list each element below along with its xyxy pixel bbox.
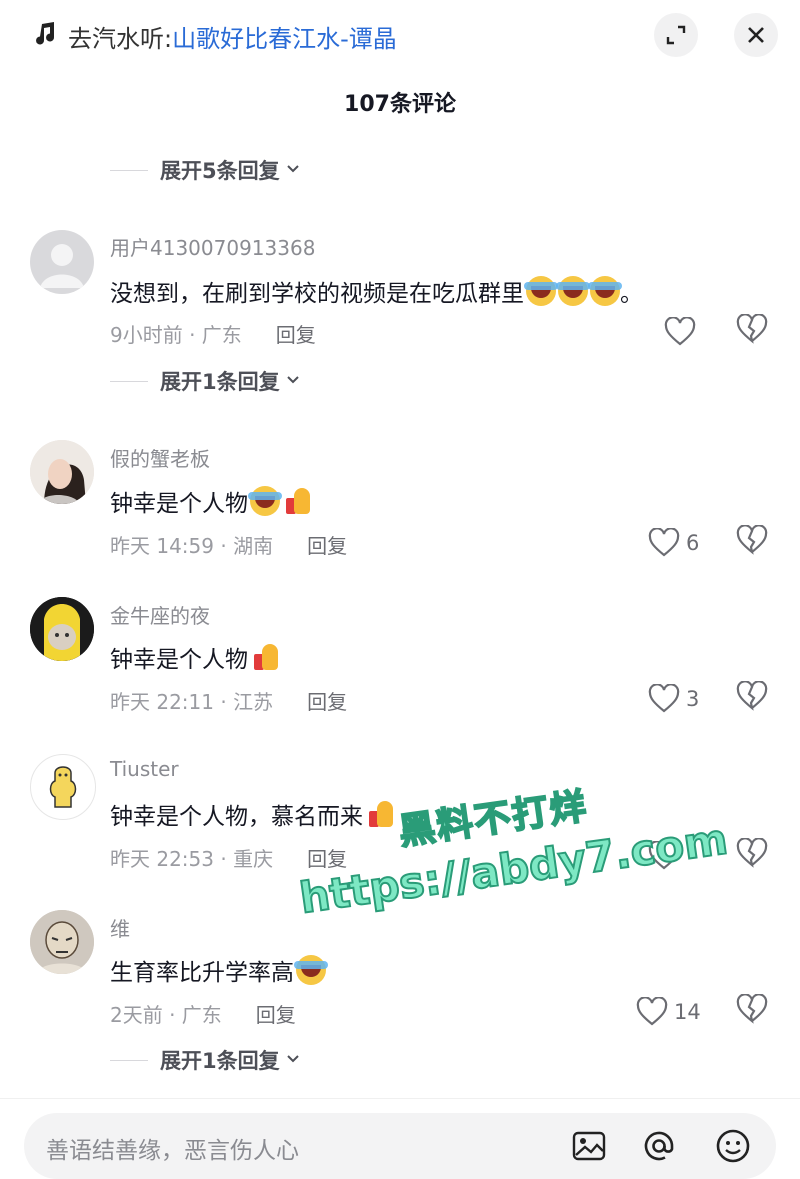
dislike-button[interactable] bbox=[736, 524, 772, 561]
like-button[interactable]: 6 bbox=[648, 525, 699, 561]
broken-heart-icon bbox=[736, 837, 768, 868]
thumbs-up-emoji-icon bbox=[250, 642, 280, 672]
minimize-icon bbox=[666, 25, 686, 45]
dislike-button[interactable] bbox=[736, 680, 772, 717]
heart-icon bbox=[648, 528, 680, 557]
thumbs-up-emoji-icon bbox=[365, 799, 395, 829]
music-prefix: 去汽水听: bbox=[68, 24, 173, 53]
comment-input[interactable]: 善语结善缘，恶言伤人心 bbox=[24, 1113, 776, 1179]
dislike-button[interactable] bbox=[736, 313, 772, 350]
divider bbox=[110, 1059, 148, 1061]
expand-label: 展开1条回复 bbox=[160, 370, 280, 394]
like-button[interactable] bbox=[664, 314, 702, 350]
comment-author[interactable]: 金牛座的夜 bbox=[110, 600, 210, 629]
broken-heart-icon bbox=[736, 680, 768, 711]
laugh-cry-emoji-icon bbox=[294, 955, 328, 985]
avatar[interactable] bbox=[30, 440, 94, 504]
song-title[interactable]: 山歌好比春江水-谭晶 bbox=[172, 19, 397, 54]
comment-text: 钟幸是个人物，慕名而来 bbox=[110, 797, 395, 831]
broken-heart-icon bbox=[736, 993, 768, 1024]
dislike-button[interactable] bbox=[736, 837, 772, 874]
comment-author[interactable]: 维 bbox=[110, 913, 130, 942]
comment-text: 钟幸是个人物 bbox=[110, 640, 280, 674]
avatar[interactable] bbox=[30, 754, 96, 820]
comment-meta: 昨天 14:59 · 湖南 回复 bbox=[110, 530, 347, 559]
comment-meta: 昨天 22:53 · 重庆 回复 bbox=[110, 843, 347, 872]
laugh-cry-emoji-icon bbox=[556, 276, 590, 306]
reply-button[interactable]: 回复 bbox=[307, 530, 347, 559]
comment-meta: 2天前 · 广东 回复 bbox=[110, 999, 296, 1028]
comment-author[interactable]: 假的蟹老板 bbox=[110, 443, 210, 472]
comment-text: 没想到，在刷到学校的视频是在吃瓜群里 。 bbox=[110, 274, 643, 308]
close-button[interactable] bbox=[734, 13, 778, 57]
expand-label: 展开1条回复 bbox=[160, 1049, 280, 1073]
heart-icon bbox=[664, 317, 696, 346]
close-icon bbox=[748, 27, 764, 43]
minimize-button[interactable] bbox=[654, 13, 698, 57]
comment-input-placeholder: 善语结善缘，恶言伤人心 bbox=[46, 1138, 299, 1164]
divider bbox=[110, 380, 148, 382]
reply-button[interactable]: 回复 bbox=[256, 999, 296, 1028]
expand-label: 展开5条回复 bbox=[160, 159, 280, 183]
comment-text: 钟幸是个人物 bbox=[110, 484, 312, 518]
comment-text: 生育率比升学率高 bbox=[110, 953, 328, 987]
like-button[interactable]: 14 bbox=[636, 994, 701, 1030]
reply-button[interactable]: 回复 bbox=[276, 319, 316, 348]
top-bar: 去汽水听: 山歌好比春江水-谭晶 bbox=[0, 0, 800, 76]
comment-count: 107条评论 bbox=[344, 92, 456, 117]
mention-icon[interactable] bbox=[640, 1127, 678, 1165]
expand-replies-button[interactable]: 展开1条回复 bbox=[110, 1045, 300, 1075]
divider bbox=[110, 169, 148, 171]
laugh-cry-emoji-icon bbox=[524, 276, 558, 306]
avatar[interactable] bbox=[30, 910, 94, 974]
emoji-icon[interactable] bbox=[714, 1127, 752, 1165]
comment-author[interactable]: Tiuster bbox=[110, 757, 179, 781]
image-icon[interactable] bbox=[570, 1127, 608, 1165]
heart-icon bbox=[648, 684, 680, 713]
comment-input-bar: 善语结善缘，恶言伤人心 bbox=[0, 1098, 800, 1179]
chevron-down-icon bbox=[286, 373, 300, 389]
chevron-down-icon bbox=[286, 1052, 300, 1068]
comment-author[interactable]: 用户4130070913368 bbox=[110, 232, 315, 261]
chevron-down-icon bbox=[286, 162, 300, 178]
like-button[interactable]: 3 bbox=[648, 681, 699, 717]
comment-meta: 昨天 22:11 · 江苏 回复 bbox=[110, 686, 347, 715]
reply-button[interactable]: 回复 bbox=[307, 686, 347, 715]
broken-heart-icon bbox=[736, 313, 768, 344]
comment-meta: 9小时前 · 广东 回复 bbox=[110, 319, 316, 348]
expand-replies-button[interactable]: 展开1条回复 bbox=[110, 366, 300, 396]
laugh-cry-emoji-icon bbox=[248, 486, 282, 516]
expand-replies-button[interactable]: 展开5条回复 bbox=[110, 155, 300, 185]
dislike-button[interactable] bbox=[736, 993, 772, 1030]
avatar[interactable] bbox=[30, 230, 94, 294]
laugh-cry-emoji-icon bbox=[588, 276, 622, 306]
thumbs-up-emoji-icon bbox=[282, 486, 312, 516]
heart-icon bbox=[636, 997, 668, 1026]
avatar[interactable] bbox=[30, 597, 94, 661]
broken-heart-icon bbox=[736, 524, 768, 555]
music-link[interactable]: 去汽水听: 山歌好比春江水-谭晶 bbox=[34, 18, 397, 54]
music-note-icon bbox=[34, 21, 60, 51]
